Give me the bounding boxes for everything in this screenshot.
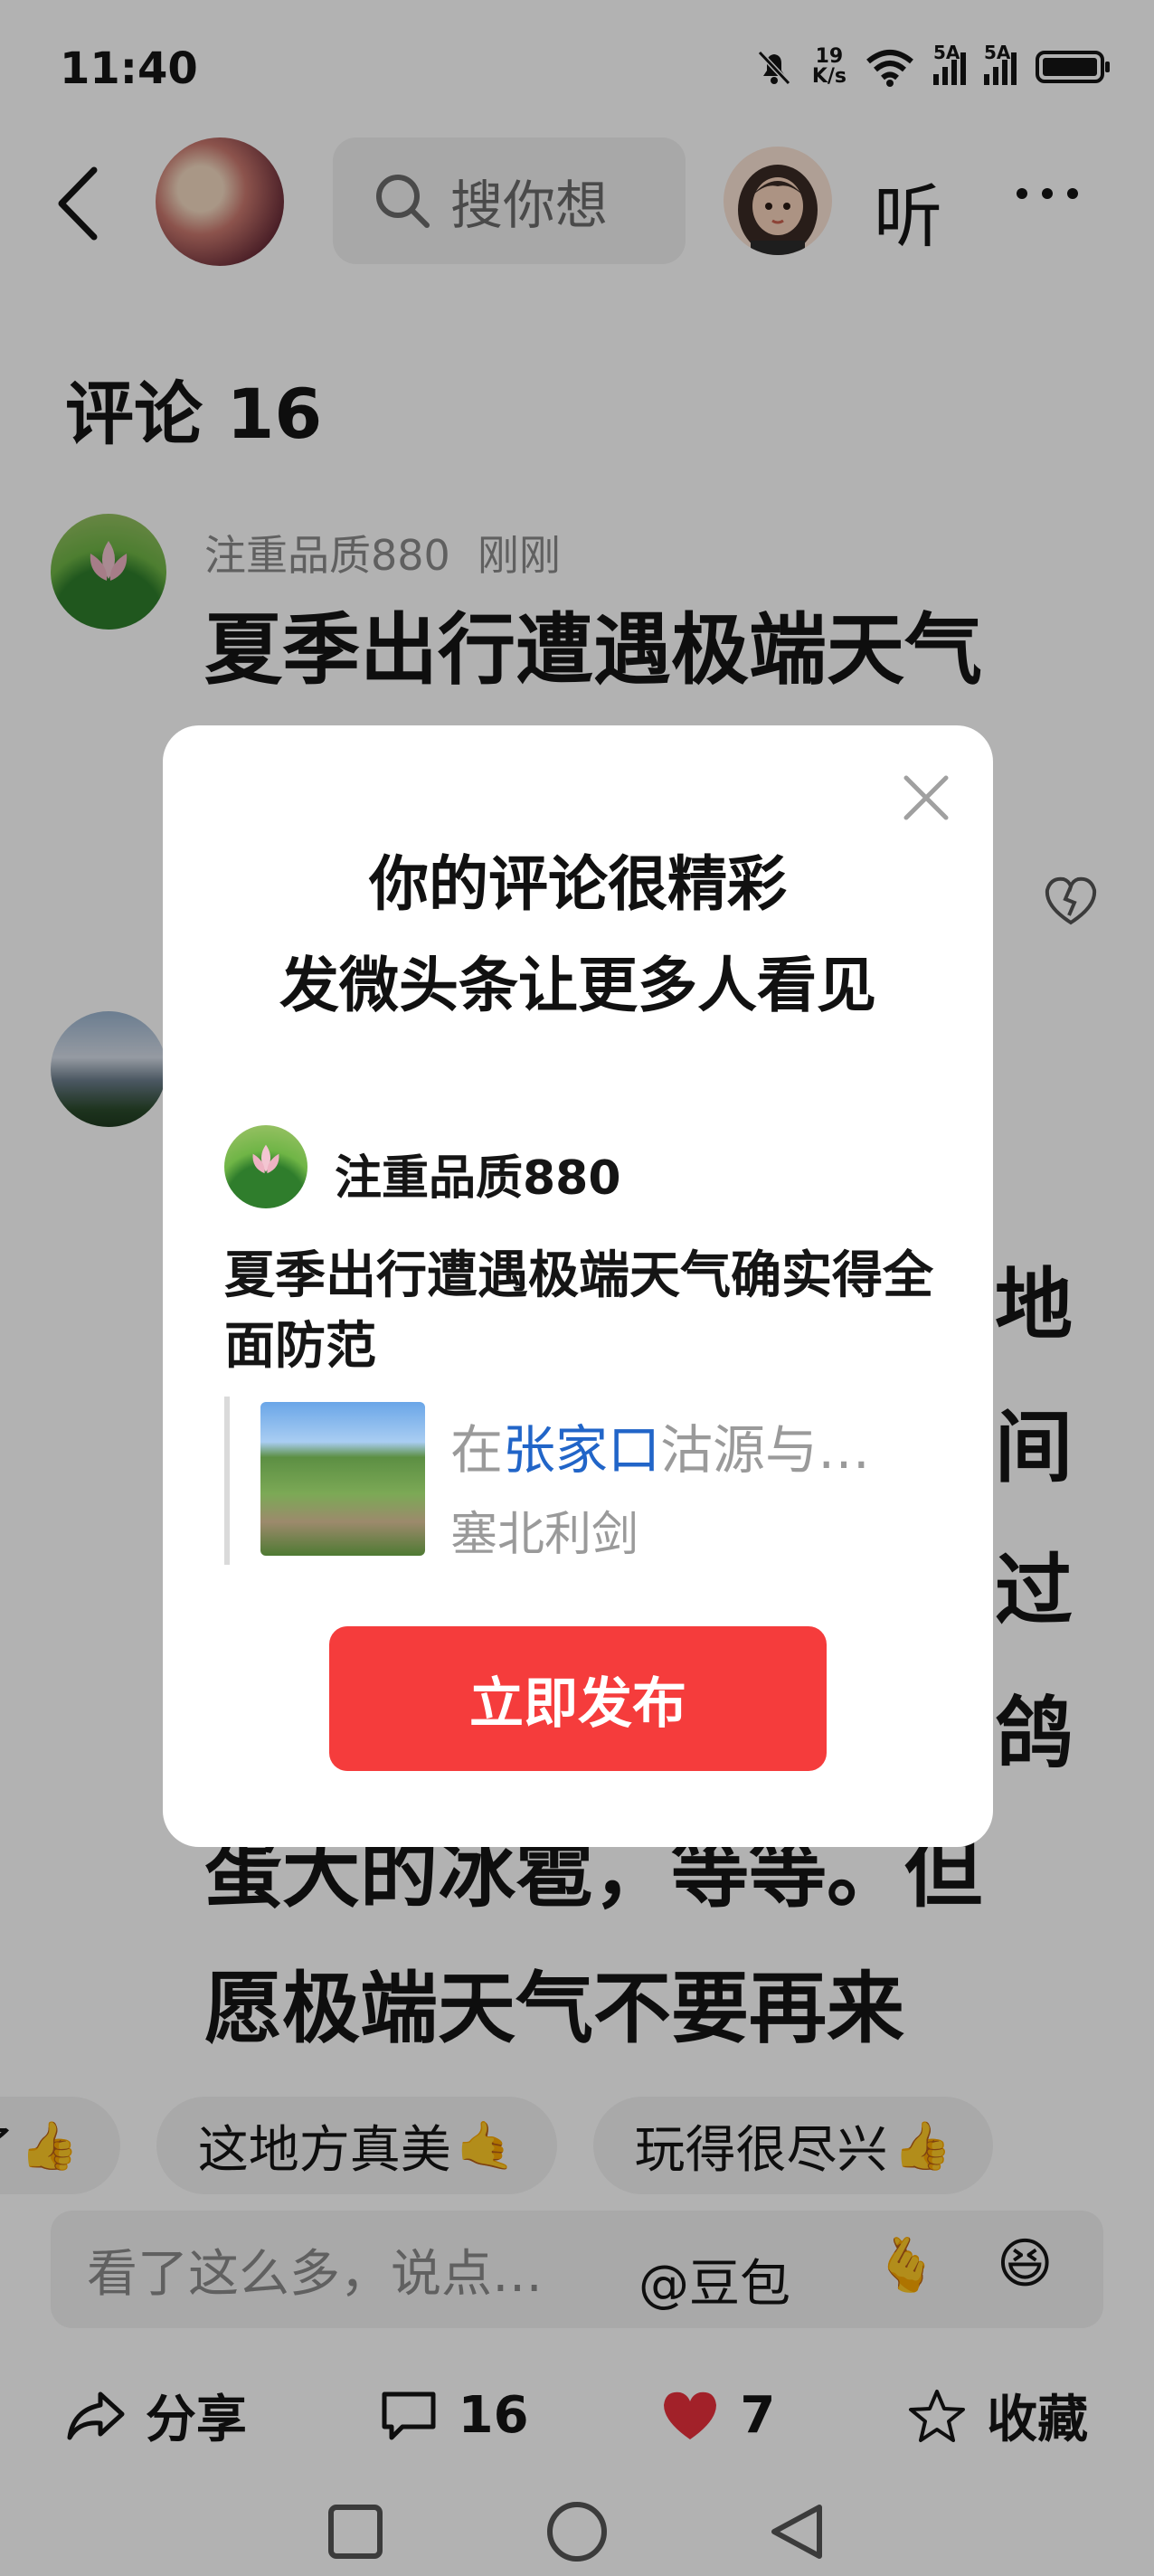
- article-title-prefix: 在: [450, 1419, 504, 1481]
- article-title-suffix: 沽源与…: [660, 1419, 871, 1481]
- publish-dialog: 你的评论很精彩 发微头条让更多人看见 注重品质880 夏季出行遭遇极端天气确实得…: [163, 725, 993, 1847]
- quoted-article[interactable]: 在张家口沽源与… 塞北利剑: [224, 1397, 948, 1565]
- dialog-comment-text: 夏季出行遭遇极端天气确实得全面防范: [224, 1246, 933, 1376]
- lotus-icon: [252, 1144, 279, 1174]
- close-icon[interactable]: [899, 771, 953, 825]
- article-title: 在张家口沽源与…: [450, 1407, 870, 1483]
- dialog-user-avatar: [224, 1125, 307, 1208]
- article-thumbnail: [260, 1402, 425, 1556]
- article-title-link[interactable]: 张家口: [503, 1419, 660, 1481]
- publish-now-button[interactable]: 立即发布: [329, 1626, 827, 1771]
- dialog-title-line1: 你的评论很精彩: [369, 849, 787, 919]
- article-source: 塞北利剑: [450, 1508, 639, 1562]
- dialog-username: 注重品质880: [335, 1151, 621, 1206]
- dialog-title-line2: 发微头条让更多人看见: [279, 951, 876, 1020]
